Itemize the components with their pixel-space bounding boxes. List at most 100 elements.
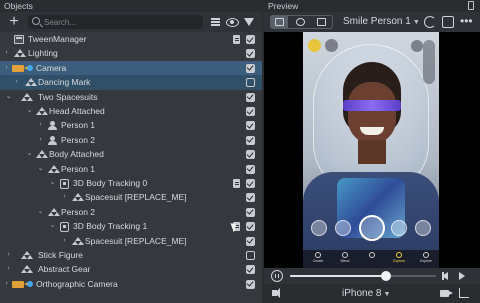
chevron-right-icon[interactable]: › [36,133,45,147]
preview-mode-camera-button[interactable] [271,16,288,28]
tree-row[interactable]: ⌄ 3D Body Tracking 1 [0,219,262,233]
enabled-checkbox[interactable] [246,222,255,232]
preview-toolbar: Smile Person 1 ▼ ••• [264,12,480,32]
snap-avatar-icon[interactable] [308,39,321,52]
snap-tab-icon[interactable] [369,252,375,258]
tree-row[interactable]: › Abstract Gear [0,262,262,276]
device-select[interactable]: iPhone 8 ▼ [342,287,390,302]
enabled-checkbox[interactable] [246,207,255,217]
tree-row[interactable]: › Orthographic Camera [0,277,262,291]
tree-row[interactable]: ⌄ Two Spacesuits [0,90,262,104]
step-forward-icon[interactable] [459,272,465,280]
playback-scrubber[interactable] [290,271,436,281]
chevron-down-icon[interactable]: ⌄ [36,162,45,176]
enabled-checkbox[interactable] [246,179,255,188]
playback-scrubber-handle[interactable] [381,271,392,281]
search-input[interactable] [44,15,199,29]
snap-tab-icon[interactable] [342,252,348,258]
add-object-button[interactable]: + [6,14,22,30]
snap-tab-icon[interactable] [315,252,321,258]
step-back-icon[interactable] [442,272,448,280]
chevron-down-icon[interactable]: ⌄ [36,205,45,219]
snap-add-friend-icon[interactable] [411,40,423,52]
lens-thumb[interactable] [391,220,407,236]
enabled-checkbox[interactable] [246,236,255,246]
enabled-checkbox[interactable] [246,107,255,116]
chevron-down-icon[interactable]: ⌄ [48,176,57,190]
preview-preset-select[interactable]: Smile Person 1 ▼ [343,15,420,30]
enabled-checkbox[interactable] [246,265,255,275]
body-tracking-icon [60,179,69,189]
script-document-icon[interactable] [233,35,240,44]
snap-search-icon[interactable] [325,39,338,52]
snap-tab-label[interactable]: Create [305,259,331,263]
filter-icon[interactable] [244,18,254,26]
enabled-checkbox[interactable] [246,121,255,131]
preview-mode-device-button[interactable] [313,16,330,28]
visibility-eye-icon[interactable] [226,16,239,28]
chevron-right-icon[interactable]: › [36,118,45,132]
snap-tab-label[interactable]: Explore [413,259,439,263]
lens-thumb[interactable] [415,220,431,236]
speaker-icon[interactable] [272,288,280,298]
chevron-right-icon[interactable]: › [60,190,69,204]
enabled-checkbox[interactable] [246,92,255,102]
enabled-checkbox[interactable] [246,279,255,289]
chevron-right-icon[interactable]: › [2,61,11,75]
shutter-button[interactable] [359,215,385,241]
chevron-right-icon[interactable]: › [2,277,11,291]
tree-row[interactable]: › Spacesuit [REPLACE_ME] [0,190,262,204]
tree-row[interactable]: ⌄ Person 2 [0,205,262,219]
enabled-checkbox[interactable] [246,150,255,160]
enabled-checkbox[interactable] [246,193,255,203]
script-document-icon[interactable] [233,179,240,188]
pause-button[interactable] [271,270,283,282]
more-options-icon[interactable]: ••• [460,15,473,28]
enabled-checkbox[interactable] [246,78,255,88]
chevron-right-icon[interactable]: › [4,248,13,262]
chevron-right-icon[interactable]: › [2,46,11,60]
search-field[interactable] [28,15,203,29]
snap-tab-icon[interactable] [423,252,429,258]
preview-stage[interactable]: Create Blend Explore Explore [264,32,480,268]
tree-row[interactable]: › Stick Figure [0,248,262,262]
enabled-checkbox[interactable] [246,251,255,260]
tree-row[interactable]: › Spacesuit [REPLACE_ME] [0,234,262,248]
enabled-checkbox[interactable] [246,164,255,174]
enabled-checkbox[interactable] [246,49,255,59]
tree-row[interactable]: ⌄ Person 1 [0,162,262,176]
list-view-icon[interactable] [209,16,221,28]
video-record-icon[interactable] [440,290,453,297]
chevron-right-icon[interactable]: › [12,75,21,89]
chevron-right-icon[interactable]: › [4,262,13,276]
chevron-down-icon[interactable]: ⌄ [48,219,57,233]
refresh-icon[interactable] [424,16,436,28]
tree-row[interactable]: › Person 1 [0,118,262,132]
tree-row[interactable]: ⌄ 3D Body Tracking 0 [0,176,262,190]
tree-row[interactable]: › Dancing Mark [0,75,262,90]
preview-mode-person-button[interactable] [292,16,309,28]
chevron-right-icon[interactable]: › [60,234,69,248]
snap-side-tools[interactable] [423,40,435,84]
tree-row[interactable]: ⌄ Body Attached [0,147,262,161]
lens-thumb[interactable] [335,220,351,236]
chevron-down-icon[interactable]: ⌄ [25,147,34,161]
enabled-checkbox[interactable] [246,63,255,73]
crop-icon[interactable] [459,288,469,298]
tree-row[interactable]: TweenManager [0,32,262,46]
tree-row[interactable]: ⌄ Head Attached [0,104,262,118]
snap-tab-label[interactable]: Explore [386,259,412,263]
pin-panel-icon[interactable] [468,1,474,10]
tree-row[interactable]: › Camera [0,60,262,76]
rotate-device-icon[interactable] [442,16,454,28]
tree-row[interactable]: › Lighting [0,46,262,60]
lens-thumb[interactable] [311,220,327,236]
chevron-down-icon[interactable]: ⌄ [4,90,13,104]
chevron-down-icon[interactable]: ⌄ [25,104,34,118]
phone-preview[interactable]: Create Blend Explore Explore [303,32,439,268]
tree-row[interactable]: › Person 2 [0,133,262,147]
snap-tab-label[interactable]: Blend [332,259,358,263]
snap-tab-icon[interactable] [396,252,402,258]
enabled-checkbox[interactable] [246,35,255,44]
enabled-checkbox[interactable] [246,135,255,145]
